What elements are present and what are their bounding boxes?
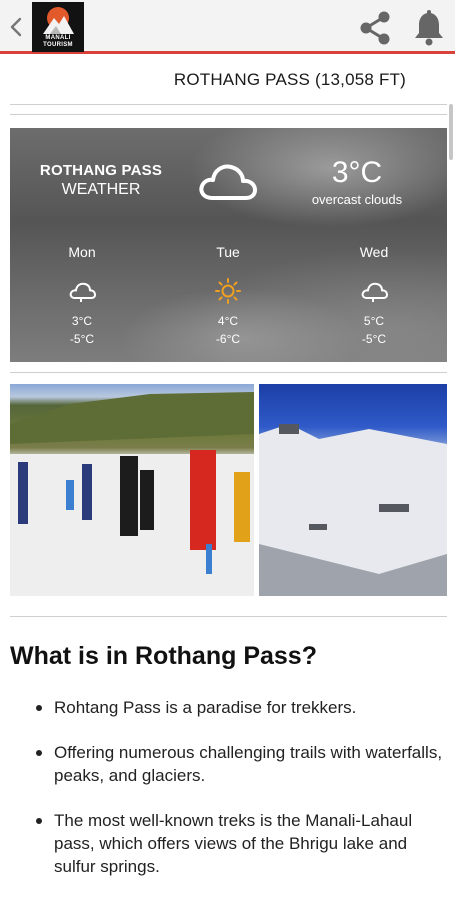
weather-location: ROTHANG PASS WEATHER <box>36 162 166 199</box>
mountain-logo-icon <box>43 7 74 34</box>
forecast-day: Wed 5°C -5°C <box>334 244 414 348</box>
forecast-day-name: Tue <box>216 244 240 260</box>
photo-tourists-illustration <box>10 392 254 596</box>
chevron-left-icon <box>10 17 22 37</box>
photo-slopes-illustration <box>259 424 447 596</box>
app-logo[interactable]: MANALI TOURISM <box>32 2 84 52</box>
forecast-day-name: Wed <box>359 244 389 260</box>
app-bar: MANALI TOURISM <box>0 0 455 54</box>
weather-card: ROTHANG PASS WEATHER 3°C overcast clouds… <box>10 128 447 362</box>
back-button[interactable] <box>4 10 28 44</box>
divider <box>10 104 447 105</box>
forecast-low: -5°C <box>361 332 387 346</box>
section-heading: What is in Rothang Pass? <box>10 642 317 670</box>
divider <box>10 114 447 115</box>
current-temperature: 3°C <box>331 156 383 189</box>
scrollbar[interactable] <box>449 104 453 160</box>
current-description: overcast clouds <box>311 192 403 207</box>
forecast-day-name: Mon <box>68 244 96 260</box>
cloud-icon <box>361 282 388 302</box>
forecast-day: Tue 4°C -6°C <box>188 244 268 348</box>
forecast-low: -5°C <box>69 332 95 346</box>
bell-icon <box>415 10 443 46</box>
forecast-high: 4°C <box>217 314 239 328</box>
weather-location-name: ROTHANG PASS <box>39 162 163 179</box>
list-item: Offering numerous challenging trails wit… <box>36 741 448 787</box>
logo-text-line2: TOURISM <box>43 42 73 48</box>
photo-tourists-in-snow[interactable] <box>10 384 254 596</box>
sun-icon <box>215 278 241 304</box>
cloud-icon <box>69 282 96 302</box>
page-title: ROTHANG PASS (13,058 FT) <box>173 70 406 89</box>
notifications-button[interactable] <box>412 9 446 47</box>
weather-location-label: WEATHER <box>61 181 141 198</box>
forecast-high: 5°C <box>363 314 385 328</box>
forecast-high: 3°C <box>71 314 93 328</box>
forecast-day: Mon 3°C -5°C <box>42 244 122 348</box>
list-item: The most well-known treks is the Manali-… <box>36 809 448 878</box>
current-weather: 3°C overcast clouds <box>300 156 414 207</box>
share-button[interactable] <box>356 9 394 47</box>
forecast-low: -6°C <box>215 332 241 346</box>
share-icon <box>360 11 390 45</box>
logo-text-line1: MANALI <box>45 35 71 41</box>
bullet-list: Rohtang Pass is a paradise for trekkers.… <box>36 696 448 900</box>
divider <box>10 372 447 373</box>
photo-snowy-slopes[interactable] <box>259 384 447 596</box>
list-item: Rohtang Pass is a paradise for trekkers. <box>36 696 448 719</box>
divider <box>10 616 447 617</box>
cloud-icon <box>199 164 257 200</box>
